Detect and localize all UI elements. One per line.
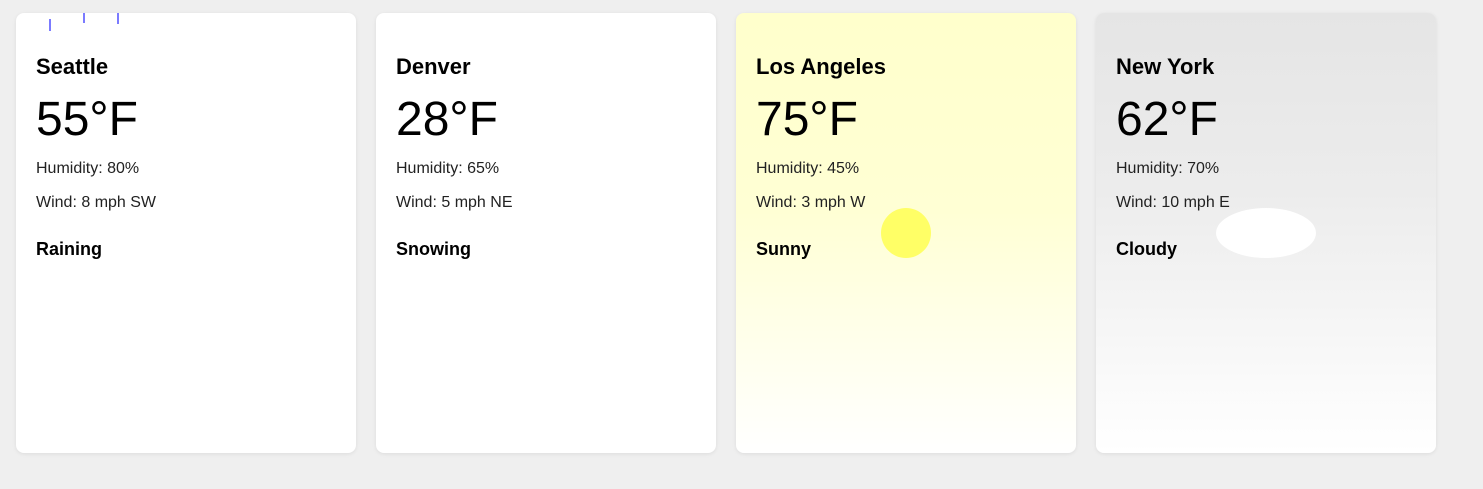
city-name: New York	[1116, 54, 1215, 79]
rain-drop-icon	[83, 13, 85, 23]
humidity-text: Humidity: 45%	[756, 160, 860, 177]
sun-icon	[881, 208, 931, 258]
rain-drop-icon	[49, 19, 51, 31]
wind-text: Wind: 8 mph SW	[36, 194, 157, 211]
weather-card-grid: Seattle 55°F Humidity: 80% Wind: 8 mph S…	[16, 13, 1436, 453]
condition-label: Raining	[36, 239, 102, 259]
weather-card-los-angeles[interactable]: Los Angeles 75°F Humidity: 45% Wind: 3 m…	[736, 13, 1076, 453]
weather-card-new-york[interactable]: New York 62°F Humidity: 70% Wind: 10 mph…	[1096, 13, 1436, 453]
temperature: 62°F	[1116, 93, 1218, 146]
weather-card-seattle[interactable]: Seattle 55°F Humidity: 80% Wind: 8 mph S…	[16, 13, 356, 453]
wind-text: Wind: 5 mph NE	[396, 194, 513, 211]
city-name: Denver	[396, 54, 471, 79]
condition-label: Snowing	[396, 239, 471, 259]
rain-drop-icon	[117, 13, 119, 24]
cloud-icon	[1216, 208, 1316, 258]
city-name: Seattle	[36, 54, 109, 79]
humidity-text: Humidity: 70%	[1116, 160, 1220, 177]
weather-card-denver[interactable]: Denver 28°F Humidity: 65% Wind: 5 mph NE…	[376, 13, 716, 453]
humidity-text: Humidity: 65%	[396, 160, 500, 177]
city-name: Los Angeles	[756, 54, 886, 79]
temperature: 75°F	[756, 93, 858, 146]
humidity-text: Humidity: 80%	[36, 160, 140, 177]
temperature: 55°F	[36, 93, 138, 146]
temperature: 28°F	[396, 93, 498, 146]
